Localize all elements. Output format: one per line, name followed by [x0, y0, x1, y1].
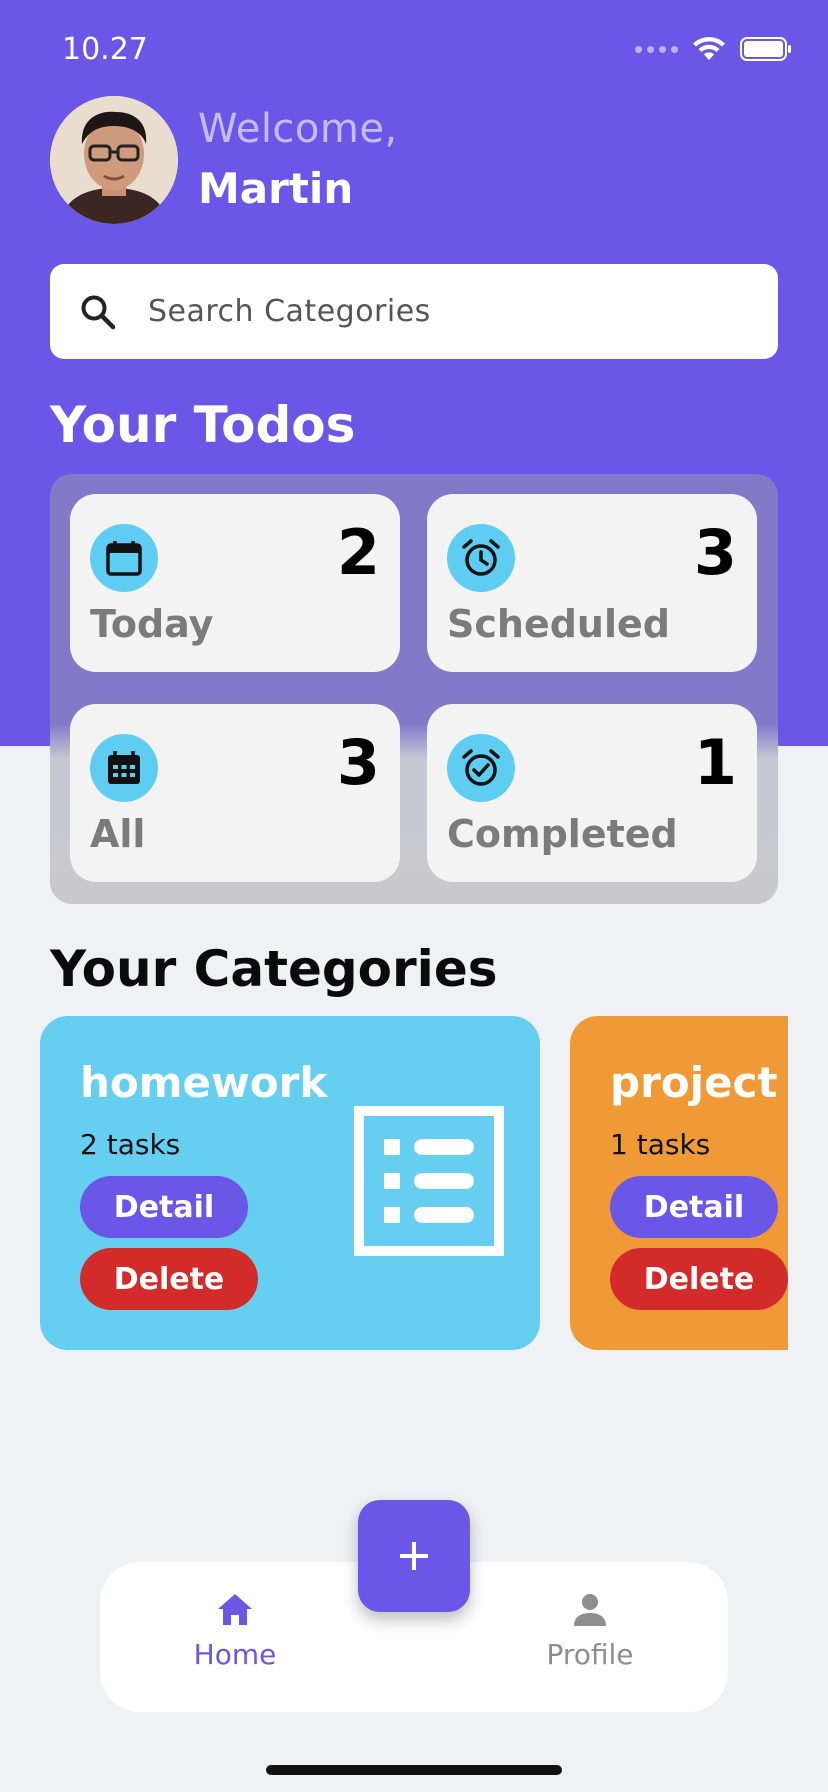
todo-label: Today: [90, 602, 214, 646]
todos-title: Your Todos: [50, 396, 356, 454]
category-card-homework[interactable]: homework 2 tasks Detail Delete: [40, 1016, 540, 1350]
profile-icon: [574, 1594, 606, 1626]
delete-button[interactable]: Delete: [610, 1248, 788, 1310]
todo-count: 2: [336, 516, 380, 589]
categories-carousel[interactable]: homework 2 tasks Detail Delete project 1…: [0, 1016, 788, 1350]
battery-icon: [740, 37, 791, 61]
todo-label: All: [90, 812, 146, 856]
todo-label: Completed: [447, 812, 678, 856]
todo-count: 3: [693, 516, 737, 589]
wifi-icon: [693, 37, 725, 60]
avatar[interactable]: [50, 96, 178, 224]
todo-card-all[interactable]: 3 All: [70, 704, 400, 882]
todos-panel: 2 Today 3 Scheduled 3 All 1 Completed: [50, 474, 778, 904]
categories-title: Your Categories: [50, 940, 498, 998]
calendar-grid-icon: [90, 734, 158, 802]
category-name: project: [610, 1058, 778, 1107]
welcome-text: Welcome,: [198, 106, 398, 152]
status-time: 10.27: [62, 32, 148, 67]
category-task-count: 1 tasks: [610, 1128, 711, 1161]
home-indicator: [266, 1765, 562, 1775]
calendar-icon: [90, 524, 158, 592]
category-task-count: 2 tasks: [80, 1128, 181, 1161]
list-icon: [354, 1106, 504, 1256]
status-icons: [635, 36, 792, 62]
todo-card-completed[interactable]: 1 Completed: [427, 704, 757, 882]
user-name: Martin: [198, 164, 354, 213]
todo-card-today[interactable]: 2 Today: [70, 494, 400, 672]
todo-label: Scheduled: [447, 602, 670, 646]
nav-profile[interactable]: Profile: [490, 1590, 690, 1671]
todo-count: 1: [693, 726, 737, 799]
search-bar[interactable]: [50, 264, 778, 359]
alarm-clock-icon: [447, 524, 515, 592]
detail-button[interactable]: Detail: [80, 1176, 248, 1238]
todo-card-scheduled[interactable]: 3 Scheduled: [427, 494, 757, 672]
delete-button[interactable]: Delete: [80, 1248, 258, 1310]
detail-button[interactable]: Detail: [610, 1176, 778, 1238]
category-card-project[interactable]: project 1 tasks Detail Delete: [570, 1016, 788, 1350]
search-icon: [81, 295, 116, 329]
todo-count: 3: [336, 726, 380, 799]
nav-home-label: Home: [193, 1638, 277, 1671]
user-photo-icon: [50, 96, 178, 224]
category-name: homework: [80, 1058, 328, 1107]
nav-home[interactable]: Home: [135, 1590, 335, 1671]
nav-profile-label: Profile: [546, 1638, 634, 1671]
add-button[interactable]: [358, 1500, 470, 1612]
home-icon: [218, 1594, 252, 1625]
search-input[interactable]: [148, 294, 748, 329]
status-bar: 10.27: [0, 0, 828, 96]
alarm-check-icon: [447, 734, 515, 802]
signal-icon: [635, 45, 678, 53]
plus-icon: [400, 1542, 428, 1570]
